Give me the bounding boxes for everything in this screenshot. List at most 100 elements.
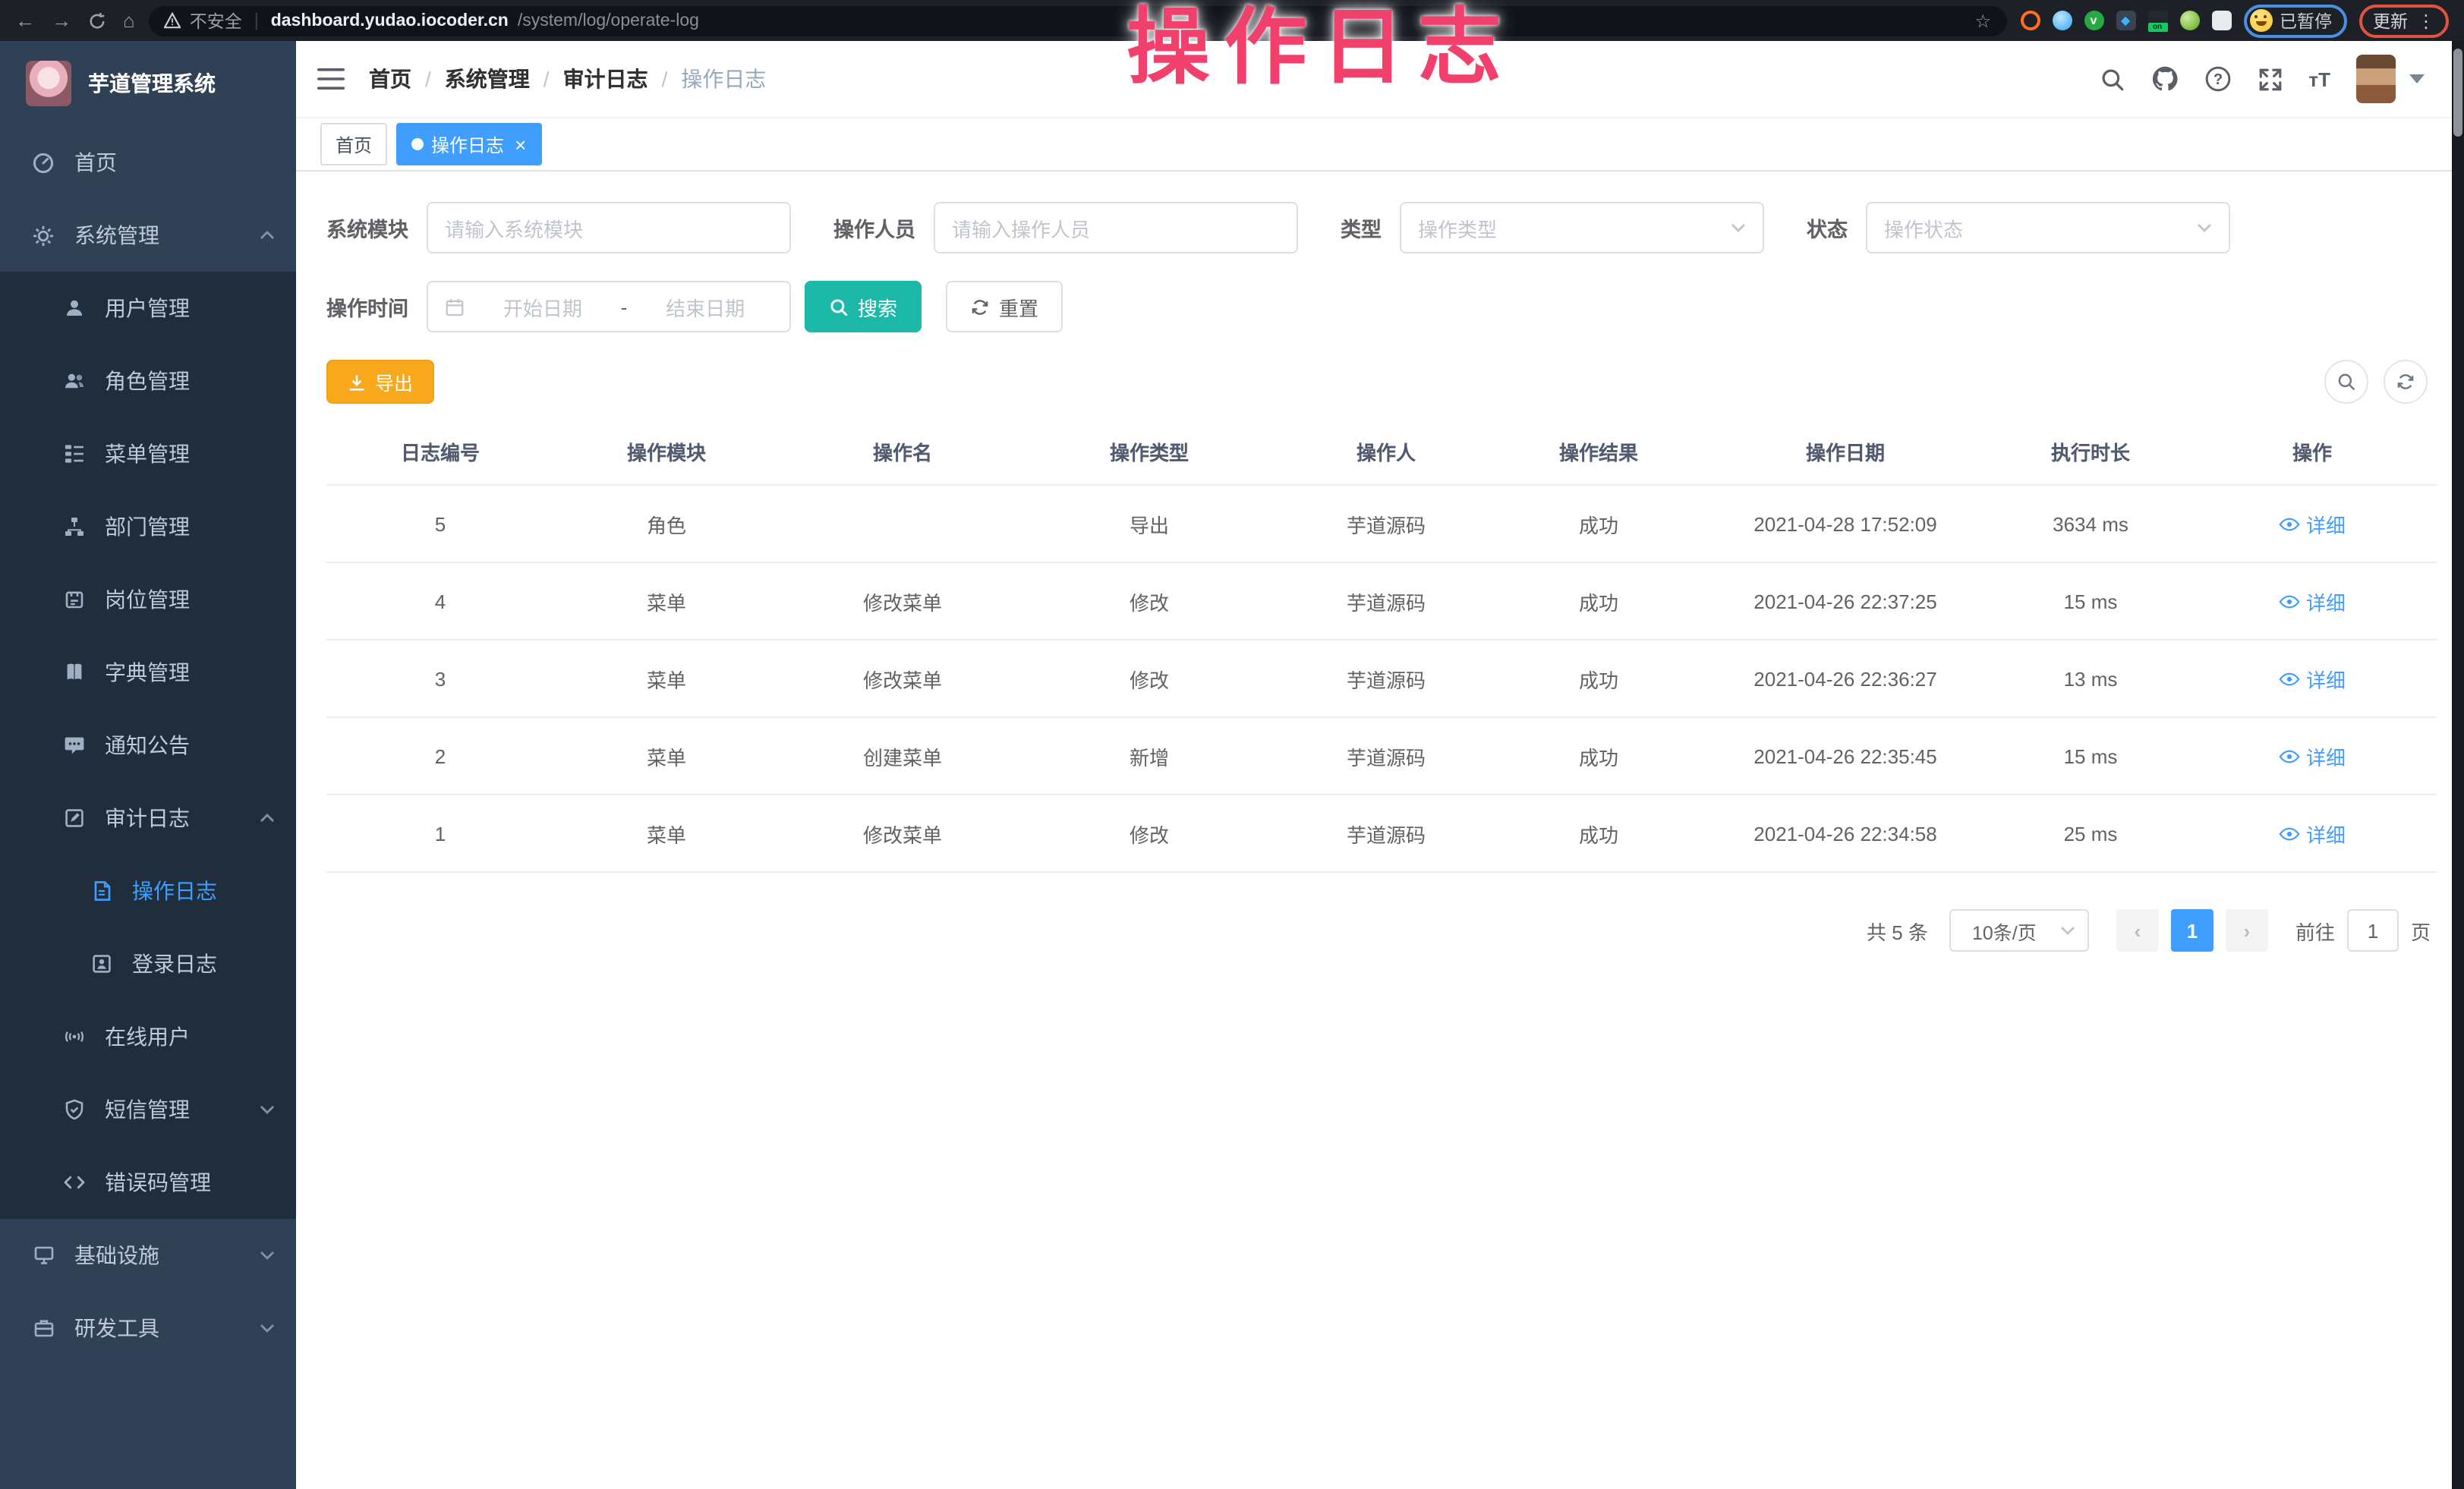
dashboard-icon <box>30 151 56 174</box>
sidebar-item-users[interactable]: 用户管理 <box>0 272 296 345</box>
detail-link[interactable]: 详细 <box>2279 819 2346 848</box>
cell-type: 新增 <box>1026 717 1272 795</box>
fullscreen-icon[interactable] <box>2257 66 2283 92</box>
browser-update-button[interactable]: 更新 ⋮ <box>2359 4 2449 37</box>
breadcrumb-home[interactable]: 首页 <box>369 64 411 94</box>
goto-page-input[interactable]: 1 <box>2347 909 2399 952</box>
page-1-button[interactable]: 1 <box>2171 909 2214 952</box>
module-label: 系统模块 <box>326 212 408 243</box>
breadcrumb-audit[interactable]: 审计日志 <box>563 64 648 94</box>
sidebar-item-system[interactable]: 系统管理 <box>0 199 296 272</box>
status-select[interactable]: 操作状态 <box>1866 202 2230 253</box>
tag-label: 首页 <box>336 131 372 157</box>
module-input[interactable]: 请输入系统模块 <box>427 202 791 253</box>
forward-icon[interactable]: → <box>52 9 71 32</box>
prev-page-button[interactable]: ‹ <box>2116 909 2159 952</box>
search-toggle-icon[interactable] <box>2324 360 2368 404</box>
extension-icon[interactable] <box>2179 11 2199 30</box>
reset-button[interactable]: 重置 <box>946 281 1063 332</box>
font-size-icon[interactable]: ᴛT <box>2308 68 2330 90</box>
cell-operator: 芋道源码 <box>1272 795 1500 872</box>
date-range-input[interactable]: 开始日期 - 结束日期 <box>427 281 791 332</box>
home-icon[interactable]: ⌂ <box>123 9 135 32</box>
cell-result: 成功 <box>1500 562 1697 640</box>
col-operator: 操作人 <box>1272 419 1500 485</box>
user-avatar[interactable] <box>2356 55 2396 103</box>
tag-operate-log[interactable]: 操作日志 × <box>396 123 541 165</box>
back-icon[interactable]: ← <box>15 9 35 32</box>
browser-menu-icon[interactable]: ⋮ <box>2417 10 2435 31</box>
refresh-icon[interactable] <box>2384 360 2428 404</box>
cell-duration: 25 ms <box>1993 795 2188 872</box>
browser-nav: ← → ⌂ <box>15 9 135 32</box>
goto-label: 前往 <box>2295 916 2335 945</box>
page-size-select[interactable]: 10条/页 <box>1949 909 2089 952</box>
document-icon <box>88 880 114 902</box>
breadcrumb-separator: / <box>425 67 431 91</box>
close-icon[interactable]: × <box>515 134 526 154</box>
sidebar-item-home[interactable]: 首页 <box>0 126 296 199</box>
sidebar-item-dictionary[interactable]: 字典管理 <box>0 636 296 709</box>
col-name: 操作名 <box>779 419 1026 485</box>
sidebar-item-audit-log[interactable]: 审计日志 <box>0 782 296 855</box>
extension-icon[interactable]: v <box>2084 11 2103 30</box>
scrollbar-thumb[interactable] <box>2453 49 2462 137</box>
detail-link[interactable]: 详细 <box>2279 741 2346 770</box>
search-button[interactable]: 搜索 <box>805 281 922 332</box>
sidebar-item-sms[interactable]: 短信管理 <box>0 1073 296 1146</box>
export-button[interactable]: 导出 <box>326 360 434 404</box>
sidebar-item-label: 操作日志 <box>132 876 217 906</box>
sidebar-item-error-codes[interactable]: 错误码管理 <box>0 1146 296 1219</box>
sidebar-item-departments[interactable]: 部门管理 <box>0 490 296 563</box>
sidebar-item-online-users[interactable]: 在线用户 <box>0 1000 296 1073</box>
operator-input[interactable]: 请输入操作人员 <box>934 202 1298 253</box>
sidebar-item-dev-tools[interactable]: 研发工具 <box>0 1292 296 1365</box>
cell-result: 成功 <box>1500 640 1697 717</box>
sidebar-item-label: 字典管理 <box>105 657 190 688</box>
sidebar-item-login-log[interactable]: 登录日志 <box>0 927 296 1000</box>
tags-view: 首页 操作日志 × <box>296 117 2452 172</box>
breadcrumb-separator: / <box>544 67 550 91</box>
detail-label: 详细 <box>2306 587 2346 615</box>
detail-link[interactable]: 详细 <box>2279 509 2346 538</box>
next-page-button[interactable]: › <box>2226 909 2268 952</box>
extension-icon[interactable]: on <box>2147 11 2167 30</box>
gear-icon <box>30 224 56 247</box>
sidebar-item-roles[interactable]: 角色管理 <box>0 345 296 417</box>
sidebar-item-notices[interactable]: 通知公告 <box>0 709 296 782</box>
bookmark-star-icon[interactable]: ☆ <box>1974 10 1991 31</box>
help-icon[interactable]: ? <box>2204 65 2231 93</box>
cell-type: 修改 <box>1026 795 1272 872</box>
sidebar-item-menus[interactable]: 菜单管理 <box>0 417 296 490</box>
cell-date: 2021-04-26 22:37:25 <box>1697 562 1993 640</box>
reload-icon[interactable] <box>88 11 106 30</box>
operator-label: 操作人员 <box>833 212 915 243</box>
extensions-puzzle-icon[interactable] <box>2211 11 2231 30</box>
search-icon[interactable] <box>2099 66 2125 92</box>
extension-icon[interactable] <box>2020 11 2040 30</box>
detail-link[interactable]: 详细 <box>2279 664 2346 693</box>
sidebar-toggle-icon[interactable] <box>317 68 345 90</box>
extension-icon[interactable]: ◆ <box>2116 11 2135 30</box>
chevron-down-icon <box>1731 223 1746 232</box>
security-label[interactable]: 不安全 <box>190 8 242 33</box>
breadcrumb-system[interactable]: 系统管理 <box>445 64 530 94</box>
type-select[interactable]: 操作类型 <box>1400 202 1764 253</box>
sidebar-item-posts[interactable]: 岗位管理 <box>0 563 296 636</box>
sidebar-item-label: 短信管理 <box>105 1094 190 1125</box>
profile-paused-badge[interactable]: 已暂停 <box>2243 4 2347 37</box>
pagination: 共 5 条 10条/页 ‹ 1 › 前往 1 页 <box>326 909 2431 1012</box>
cell-name: 修改菜单 <box>779 640 1026 717</box>
placeholder: 操作状态 <box>1884 213 1963 242</box>
detail-link[interactable]: 详细 <box>2279 587 2346 615</box>
address-bar[interactable]: 不安全 | dashboard.yudao.iocoder.cn /system… <box>149 5 2006 36</box>
sidebar-logo[interactable]: 芋道管理系统 <box>0 41 296 126</box>
window-scrollbar[interactable] <box>2452 41 2464 1489</box>
sidebar-item-operate-log[interactable]: 操作日志 <box>0 855 296 927</box>
sidebar-item-label: 系统管理 <box>74 220 159 250</box>
sidebar-item-infrastructure[interactable]: 基础设施 <box>0 1219 296 1292</box>
tag-home[interactable]: 首页 <box>320 123 387 165</box>
extension-icon[interactable] <box>2052 11 2072 30</box>
caret-down-icon[interactable] <box>2409 74 2425 83</box>
github-icon[interactable] <box>2150 65 2178 93</box>
